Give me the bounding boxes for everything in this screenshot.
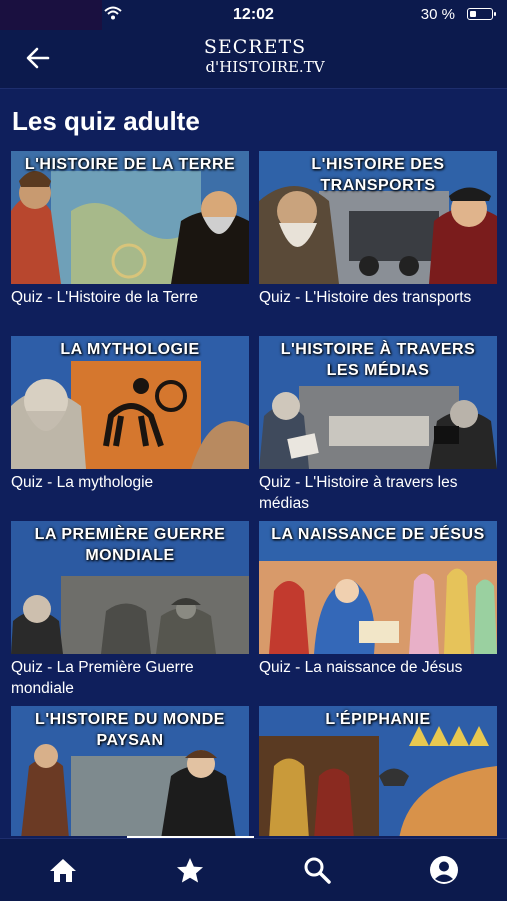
tab-search[interactable] — [254, 839, 380, 901]
back-button[interactable] — [20, 42, 56, 74]
search-icon — [304, 857, 331, 884]
quiz-thumbnail: L'HISTOIRE DE LA TERRE — [11, 151, 249, 284]
quiz-thumbnail: LA MYTHOLOGIE — [11, 336, 249, 469]
quiz-thumbnail: LA PREMIÈRE GUERRE MONDIALE — [11, 521, 249, 654]
quiz-banner: L'HISTOIRE DES TRANSPORTS — [311, 156, 445, 194]
tab-home[interactable] — [0, 839, 126, 901]
quiz-banner: LA PREMIÈRE GUERRE MONDIALE — [34, 526, 226, 564]
quiz-banner: L'ÉPIPHANIE — [325, 711, 431, 728]
quiz-banner: LA NAISSANCE DE JÉSUS — [271, 526, 485, 543]
quiz-thumbnail: L'ÉPIPHANIE — [259, 706, 497, 836]
quiz-caption: Quiz - L'Histoire de la Terre — [11, 289, 199, 306]
quiz-card-naissance-jesus[interactable]: LA NAISSANCE DE JÉSUS Quiz - La naissanc… — [259, 521, 497, 678]
quiz-card-histoire-medias[interactable]: L'HISTOIRE À TRAVERS LES MÉDIAS Quiz - L… — [259, 336, 497, 514]
quiz-card-epiphanie[interactable]: L'ÉPIPHANIE — [259, 706, 497, 836]
quiz-caption: Quiz - La naissance de Jésus — [259, 659, 463, 676]
quiz-card-histoire-terre[interactable]: L'HISTOIRE DE LA TERRE Quiz - L'Histoire… — [11, 151, 249, 308]
quiz-thumbnail: L'HISTOIRE DU MONDE PAYSAN — [11, 706, 249, 836]
quiz-banner: LA MYTHOLOGIE — [60, 341, 200, 358]
battery-percent: 30 % — [420, 6, 455, 23]
quiz-banner: L'HISTOIRE DE LA TERRE — [24, 156, 236, 173]
star-icon — [177, 857, 203, 882]
account-icon — [430, 856, 458, 884]
app-logo: SECRETS d'HISTOIRE.TV — [203, 36, 325, 76]
tab-bar — [0, 838, 507, 901]
battery-icon — [467, 8, 496, 20]
quiz-card-mythologie[interactable]: LA MYTHOLOGIE Quiz - La mythologie — [11, 336, 249, 493]
quiz-caption: Quiz - L'Histoire des transports — [259, 289, 472, 306]
quiz-thumbnail: L'HISTOIRE À TRAVERS LES MÉDIAS — [259, 336, 497, 469]
quiz-card-monde-paysan[interactable]: L'HISTOIRE DU MONDE PAYSAN — [11, 706, 249, 836]
home-icon — [50, 859, 76, 882]
quiz-caption: Quiz - La Première Guerre mondiale — [11, 659, 194, 697]
quiz-card-premiere-guerre[interactable]: LA PREMIÈRE GUERRE MONDIALE Quiz - La Pr… — [11, 521, 249, 699]
tab-favorites[interactable] — [127, 839, 253, 901]
quiz-caption: Quiz - L'Histoire à travers les médias — [259, 474, 458, 512]
quiz-thumbnail: L'HISTOIRE DES TRANSPORTS — [259, 151, 497, 284]
tab-account[interactable] — [381, 839, 507, 901]
quiz-banner: L'HISTOIRE DU MONDE PAYSAN — [35, 711, 225, 749]
arrow-left-icon — [26, 47, 50, 69]
quiz-card-histoire-transports[interactable]: L'HISTOIRE DES TRANSPORTS Quiz - L'Histo… — [259, 151, 497, 308]
app-header: SECRETS d'HISTOIRE.TV — [0, 30, 507, 89]
quiz-thumbnail: LA NAISSANCE DE JÉSUS — [259, 521, 497, 654]
status-bar: 12:02 30 % — [0, 0, 507, 30]
quiz-grid: L'HISTOIRE DE LA TERRE Quiz - L'Histoire… — [11, 151, 498, 836]
quiz-caption: Quiz - La mythologie — [11, 474, 154, 491]
page-title: Les quiz adulte — [12, 106, 200, 136]
quiz-banner: L'HISTOIRE À TRAVERS LES MÉDIAS — [280, 341, 476, 379]
